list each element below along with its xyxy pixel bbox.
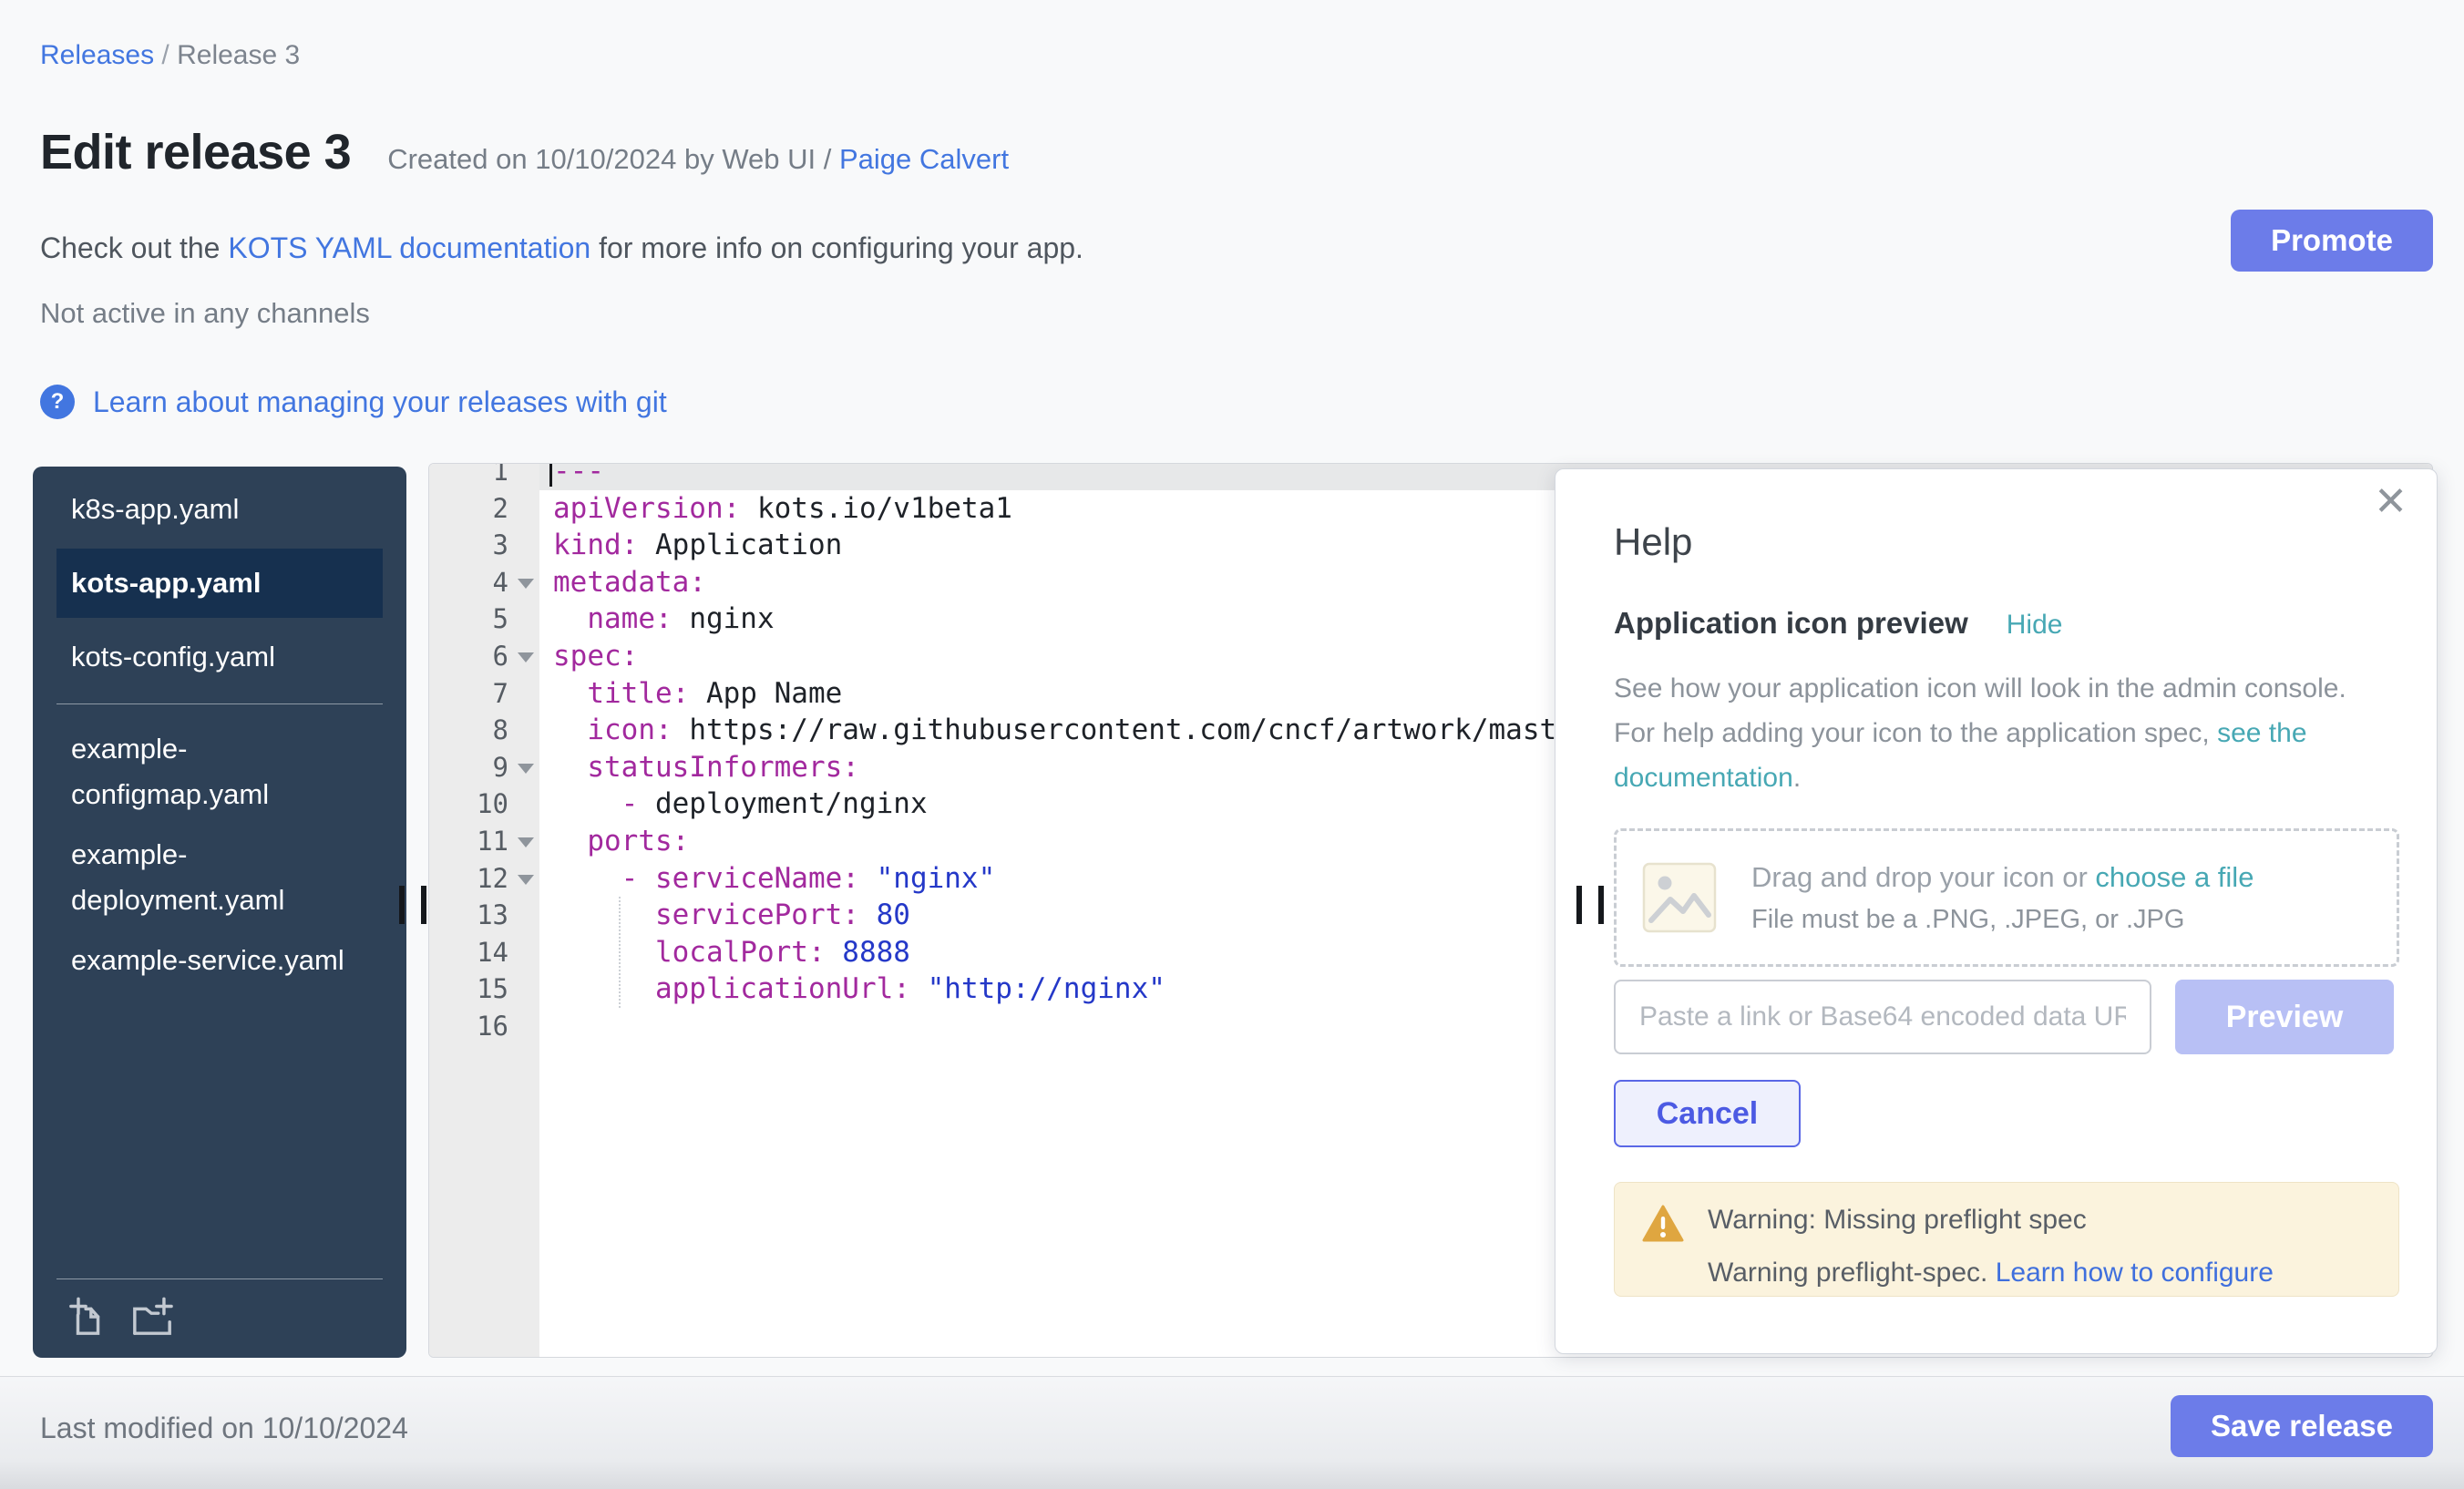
section-title: Application icon preview	[1614, 606, 1968, 641]
git-help-link[interactable]: ? Learn about managing your releases wit…	[40, 385, 667, 419]
file-label: k8s-app.yaml	[71, 487, 344, 532]
file-tree-sidebar: k8s-app.yaml kots-app.yaml kots-config.yam…	[33, 467, 406, 1358]
help-panel: ✕ Help Application icon preview Hide See…	[1555, 468, 2438, 1354]
breadcrumb-current: Release 3	[177, 40, 300, 70]
line-number-3: 3	[429, 527, 539, 564]
line-number-8: 8	[429, 712, 539, 749]
dropzone-filetypes: File must be a .PNG, .JPEG, or .JPG	[1751, 905, 2254, 935]
breadcrumb: Releases / Release 3	[40, 40, 300, 71]
created-meta: Created on 10/10/2024 by Web UI / Paige …	[387, 143, 1009, 176]
warning-text: Warning: Missing preflight spec Warning …	[1708, 1205, 2274, 1289]
line-number-7: 7	[429, 675, 539, 713]
file-label: example-configmap.yaml	[71, 726, 344, 817]
section-description: See how your application icon will look …	[1614, 666, 2388, 800]
created-text: Created on 10/10/2024 by Web UI /	[387, 143, 839, 175]
save-release-button[interactable]: Save release	[2171, 1395, 2433, 1457]
add-folder-icon[interactable]	[131, 1296, 173, 1338]
page-title: Edit release 3	[40, 124, 351, 180]
icon-dropzone[interactable]: Drag and drop your icon or choose a file…	[1614, 828, 2399, 967]
image-placeholder-icon	[1642, 862, 1717, 933]
line-number-12: 12	[429, 860, 539, 898]
breadcrumb-separator: /	[154, 40, 177, 70]
line-number-2: 2	[429, 490, 539, 528]
preview-button[interactable]: Preview	[2175, 980, 2394, 1054]
file-label: kots-config.yaml	[71, 634, 344, 680]
docs-line: Check out the KOTS YAML documentation fo…	[40, 231, 1083, 265]
git-link-label: Learn about managing your releases with …	[93, 385, 667, 419]
line-number-6: 6	[429, 638, 539, 675]
dropzone-label: Drag and drop your icon or	[1751, 861, 2095, 893]
line-number-14: 14	[429, 934, 539, 971]
sidebar-file-example-service.yaml[interactable]: example-service.yaml	[33, 938, 406, 983]
close-icon[interactable]: ✕	[2374, 482, 2408, 522]
fold-arrow-icon[interactable]	[518, 652, 534, 662]
warning-triangle-icon	[1642, 1205, 1684, 1243]
add-file-icon[interactable]	[67, 1296, 109, 1338]
choose-file-link[interactable]: choose a file	[2095, 861, 2254, 893]
help-panel-resize-handle-bar[interactable]	[1598, 886, 1604, 924]
line-number-11: 11	[429, 823, 539, 860]
help-panel-title: Help	[1614, 520, 1692, 564]
sidebar-resize-handle-bar[interactable]	[399, 886, 405, 924]
sidebar-file-k8s-app.yaml[interactable]: k8s-app.yaml	[33, 487, 406, 532]
file-label: example-deployment.yaml	[71, 832, 344, 923]
line-number-16: 16	[429, 1008, 539, 1045]
line-number-13: 13	[429, 897, 539, 934]
hide-link[interactable]: Hide	[2007, 610, 2063, 641]
docs-text-before: Check out the	[40, 231, 228, 264]
sidebar-resize-handle-bar[interactable]	[421, 886, 426, 924]
created-by-link[interactable]: Paige Calvert	[839, 143, 1009, 175]
line-number-15: 15	[429, 970, 539, 1008]
sidebar-file-kots-config.yaml[interactable]: kots-config.yaml	[33, 634, 406, 680]
fold-arrow-icon[interactable]	[518, 875, 534, 885]
dropzone-text: Drag and drop your icon or choose a file…	[1751, 861, 2254, 935]
cancel-button[interactable]: Cancel	[1614, 1080, 1801, 1147]
docs-text-after: for more info on configuring your app.	[590, 231, 1083, 264]
fold-arrow-icon[interactable]	[518, 764, 534, 774]
sidebar-file-kots-app.yaml[interactable]: kots-app.yaml	[56, 549, 383, 618]
sidebar-file-example-deployment.yaml[interactable]: example-deployment.yaml	[33, 832, 406, 923]
question-icon: ?	[40, 385, 75, 419]
text-cursor	[549, 463, 552, 487]
warning-banner: Warning: Missing preflight spec Warning …	[1614, 1182, 2399, 1297]
help-panel-resize-handle-bar[interactable]	[1576, 886, 1582, 924]
icon-url-row: Preview	[1614, 980, 2394, 1054]
channel-status: Not active in any channels	[40, 297, 370, 330]
line-number-1: 1	[429, 463, 539, 490]
learn-how-to-configure-link[interactable]: Learn how to configure	[1996, 1258, 2274, 1288]
file-label: kots-app.yaml	[71, 560, 344, 606]
indent-guide	[619, 897, 621, 1008]
line-number-10: 10	[429, 786, 539, 823]
promote-button[interactable]: Promote	[2231, 210, 2433, 272]
fold-arrow-icon[interactable]	[518, 579, 534, 589]
icon-preview-section-header: Application icon preview Hide	[1614, 606, 2062, 641]
icon-url-input[interactable]	[1614, 980, 2151, 1054]
warning-title: Warning: Missing preflight spec	[1708, 1205, 2274, 1236]
fold-arrow-icon[interactable]	[518, 837, 534, 847]
breadcrumb-releases-link[interactable]: Releases	[40, 40, 154, 70]
sidebar-file-example-configmap.yaml[interactable]: example-configmap.yaml	[33, 726, 406, 817]
sidebar-actions	[56, 1278, 383, 1343]
line-number-5: 5	[429, 601, 539, 638]
description-period: .	[1793, 763, 1801, 793]
edit-release-page: Releases / Release 3 Edit release 3 Crea…	[0, 0, 2464, 1489]
kots-yaml-docs-link[interactable]: KOTS YAML documentation	[228, 231, 590, 264]
line-number-9: 9	[429, 749, 539, 786]
warning-detail: Warning preflight-spec.	[1708, 1258, 1996, 1288]
sidebar-divider	[56, 703, 383, 704]
file-label: example-service.yaml	[71, 938, 344, 983]
footer-bar: Last modified on 10/10/2024 Save release	[0, 1376, 2464, 1489]
title-row: Edit release 3 Created on 10/10/2024 by …	[40, 124, 1009, 180]
last-modified-text: Last modified on 10/10/2024	[40, 1412, 408, 1445]
line-number-4: 4	[429, 564, 539, 601]
